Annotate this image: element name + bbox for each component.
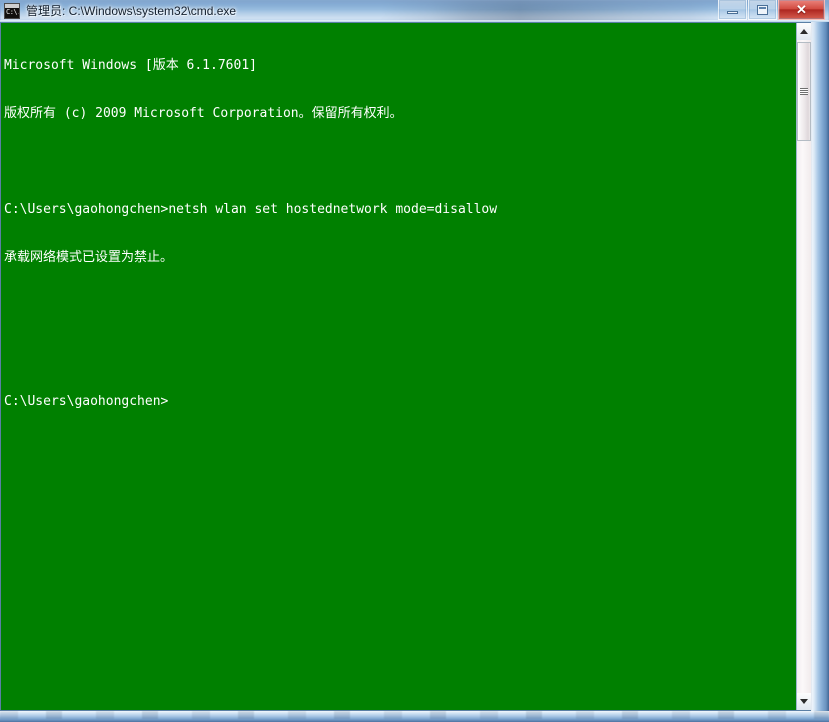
- grip-lines-icon: [800, 88, 808, 95]
- icon-prompt-glyph: C:\.: [6, 8, 20, 16]
- window-border-right: [811, 22, 829, 711]
- vertical-scrollbar[interactable]: [796, 23, 811, 710]
- minimize-icon: [727, 11, 738, 14]
- console-line: 版权所有 (c) 2009 Microsoft Corporation。保留所有…: [4, 106, 403, 121]
- window-border-bottom: [0, 711, 829, 722]
- minimize-button[interactable]: [718, 0, 747, 20]
- console-text-buffer[interactable]: Microsoft Windows [版本 6.1.7601] 版权所有 (c)…: [2, 24, 796, 709]
- console-line: Microsoft Windows [版本 6.1.7601]: [4, 58, 257, 73]
- console-prompt-line: C:\Users\gaohongchen>: [4, 394, 169, 409]
- window-title-bar[interactable]: C:\. 管理员: C:\Windows\system32\cmd.exe ✕: [0, 0, 829, 22]
- console-line: C:\Users\gaohongchen>netsh wlan set host…: [4, 202, 498, 217]
- caption-button-group: ✕: [718, 0, 825, 21]
- scroll-down-arrow-button[interactable]: [797, 693, 811, 710]
- maximize-restore-button[interactable]: [748, 0, 777, 20]
- console-line: 承载网络模式已设置为禁止。: [4, 250, 174, 265]
- scrollbar-thumb[interactable]: [797, 42, 811, 141]
- chevron-down-icon: [800, 699, 808, 704]
- window-title-text: 管理员: C:\Windows\system32\cmd.exe: [26, 4, 237, 18]
- cmd-app-icon[interactable]: C:\.: [4, 3, 20, 19]
- taskbar-bleed: [0, 711, 829, 719]
- scroll-up-arrow-button[interactable]: [797, 23, 811, 40]
- console-client-area: Microsoft Windows [版本 6.1.7601] 版权所有 (c)…: [0, 22, 812, 711]
- chevron-up-icon: [800, 29, 808, 34]
- cmd-window: C:\. 管理员: C:\Windows\system32\cmd.exe ✕ …: [0, 0, 829, 722]
- close-button[interactable]: ✕: [778, 0, 825, 20]
- close-icon: ✕: [796, 2, 807, 17]
- restore-icon: [757, 4, 768, 15]
